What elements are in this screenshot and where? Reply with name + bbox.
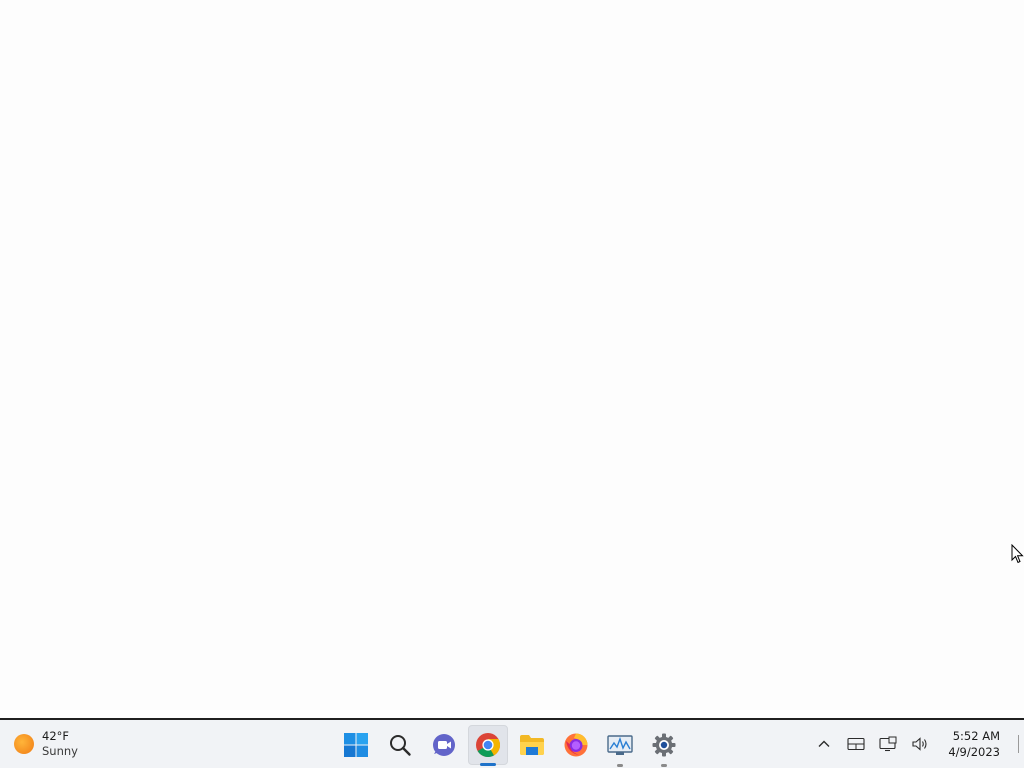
volume-button[interactable] — [908, 732, 932, 756]
desktop-background[interactable] — [0, 0, 1024, 718]
running-indicator — [617, 764, 623, 767]
monitor-chart-icon — [607, 735, 633, 755]
resource-monitor-button[interactable] — [600, 725, 640, 767]
file-explorer-button[interactable] — [512, 725, 552, 765]
chrome-button[interactable] — [468, 725, 508, 766]
start-button[interactable] — [336, 725, 376, 765]
weather-widget[interactable]: 42°F Sunny — [14, 726, 78, 762]
windows-logo-icon — [344, 733, 368, 757]
touch-keyboard-button[interactable] — [844, 732, 868, 756]
weather-temperature: 42°F — [42, 729, 69, 743]
touch-keyboard-icon — [847, 737, 865, 751]
firefox-icon — [564, 733, 588, 757]
video-chat-icon — [433, 734, 455, 756]
taskbar-apps — [336, 725, 684, 767]
network-button[interactable] — [876, 732, 900, 756]
teams-chat-button[interactable] — [424, 725, 464, 765]
show-hidden-icons-button[interactable] — [812, 732, 836, 756]
sun-icon — [14, 734, 34, 754]
network-icon — [879, 736, 897, 752]
search-button[interactable] — [380, 725, 420, 765]
folder-icon — [520, 735, 544, 755]
volume-icon — [912, 737, 927, 751]
clock[interactable]: 5:52 AM 4/9/2023 — [948, 728, 1000, 760]
taskbar: 42°F Sunny 5:52 AM 4/9/2023 — [0, 718, 1024, 768]
active-indicator — [480, 763, 496, 766]
weather-condition: Sunny — [42, 744, 78, 758]
system-tray: 5:52 AM 4/9/2023 — [812, 720, 1024, 768]
gear-icon — [652, 733, 676, 757]
chrome-icon — [476, 733, 501, 758]
settings-button[interactable] — [644, 725, 684, 767]
firefox-button[interactable] — [556, 725, 596, 765]
clock-date: 4/9/2023 — [948, 745, 1000, 759]
running-indicator — [661, 764, 667, 767]
mouse-cursor-icon — [1011, 544, 1024, 564]
search-icon — [390, 735, 411, 756]
show-desktop-button[interactable] — [1018, 735, 1019, 753]
clock-time: 5:52 AM — [952, 729, 1000, 743]
chevron-up-icon — [818, 740, 830, 747]
